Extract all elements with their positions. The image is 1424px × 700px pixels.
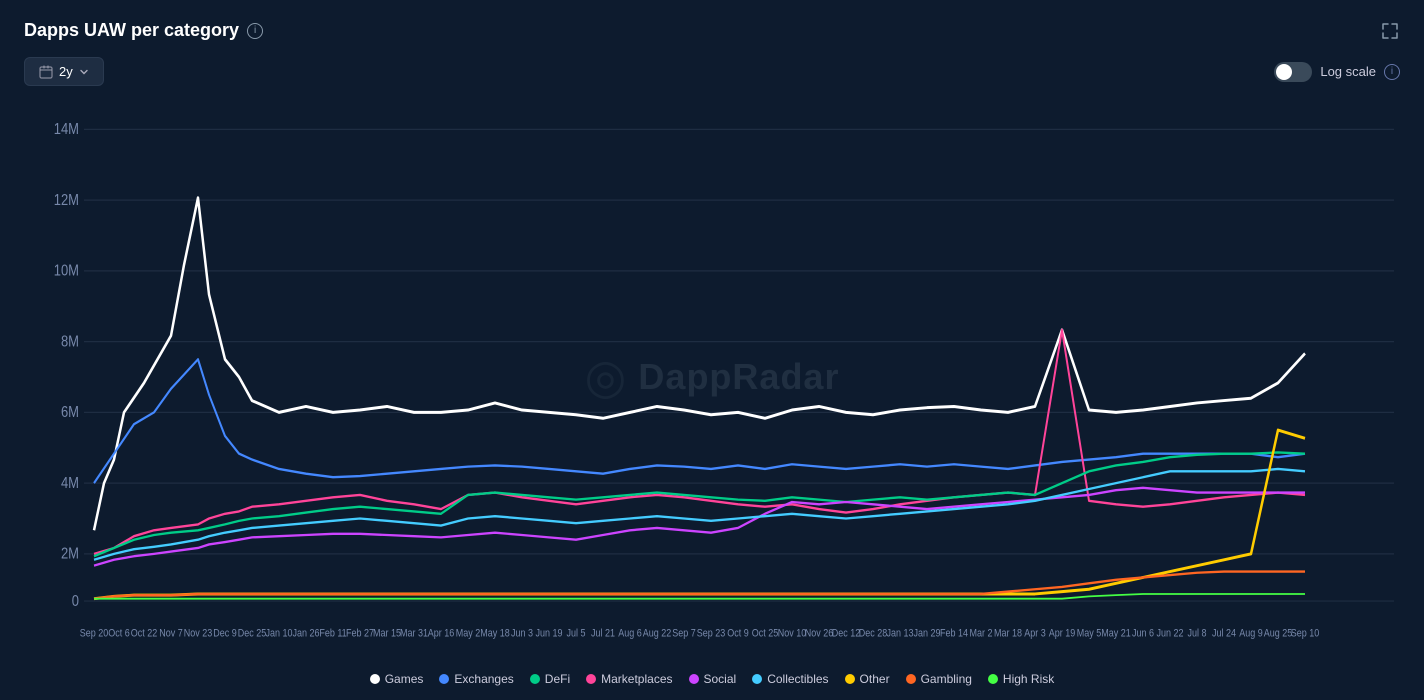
title-row: Dapps UAW per category i	[24, 20, 263, 41]
svg-text:Jul 8: Jul 8	[1188, 628, 1207, 640]
svg-text:May 5: May 5	[1077, 628, 1102, 640]
svg-text:6M: 6M	[61, 404, 79, 421]
svg-text:Mar 2: Mar 2	[970, 628, 993, 640]
svg-text:Jan 26: Jan 26	[293, 628, 320, 640]
legend-dot-games	[370, 674, 380, 684]
svg-text:Aug 25: Aug 25	[1264, 628, 1293, 640]
legend-dot-marketplaces	[586, 674, 596, 684]
svg-text:Nov 10: Nov 10	[778, 628, 807, 640]
svg-text:Jun 3: Jun 3	[511, 628, 533, 640]
svg-text:May 21: May 21	[1101, 628, 1130, 640]
svg-text:May 2: May 2	[456, 628, 480, 640]
svg-text:Sep 10: Sep 10	[1291, 628, 1320, 640]
svg-text:8M: 8M	[61, 333, 79, 350]
legend-label-marketplaces: Marketplaces	[601, 672, 672, 686]
svg-text:Sep 7: Sep 7	[672, 628, 695, 640]
svg-text:Dec 9: Dec 9	[213, 628, 236, 640]
svg-text:Dec 28: Dec 28	[859, 628, 888, 640]
svg-text:Aug 6: Aug 6	[618, 628, 642, 640]
svg-text:Jan 29: Jan 29	[914, 628, 941, 640]
svg-text:Oct 22: Oct 22	[131, 628, 157, 640]
svg-text:Mar 31: Mar 31	[400, 628, 428, 640]
legend-label-high-risk: High Risk	[1003, 672, 1054, 686]
legend-label-defi: DeFi	[545, 672, 570, 686]
svg-text:Jun 22: Jun 22	[1157, 628, 1184, 640]
svg-text:Mar 18: Mar 18	[994, 628, 1022, 640]
chart-title: Dapps UAW per category	[24, 20, 239, 41]
legend-dot-gambling	[906, 674, 916, 684]
svg-text:Apr 3: Apr 3	[1024, 628, 1046, 640]
svg-text:2M: 2M	[61, 546, 79, 563]
svg-text:Nov 7: Nov 7	[159, 628, 182, 640]
chart-svg: 14M 12M 10M 8M 6M 4M 2M 0 Sep 20 Oct 6 O…	[24, 94, 1400, 660]
chart-header: Dapps UAW per category i	[24, 20, 1400, 41]
svg-text:Dec 25: Dec 25	[238, 628, 267, 640]
legend-dot-other	[845, 674, 855, 684]
time-period-button[interactable]: 2y	[24, 57, 104, 86]
legend-item-marketplaces[interactable]: Marketplaces	[586, 672, 672, 686]
chart-area: ◎ DappRadar 14M 12M 10M 8M 6M 4M 2M 0 Se…	[24, 94, 1400, 660]
svg-text:Dec 12: Dec 12	[832, 628, 860, 640]
svg-text:Feb 14: Feb 14	[940, 628, 968, 640]
svg-text:Sep 23: Sep 23	[697, 628, 726, 640]
legend-item-games[interactable]: Games	[370, 672, 424, 686]
chart-legend: Games Exchanges DeFi Marketplaces Social…	[24, 664, 1400, 690]
legend-dot-defi	[530, 674, 540, 684]
expand-icon[interactable]	[1380, 21, 1400, 41]
legend-item-high-risk[interactable]: High Risk	[988, 672, 1054, 686]
svg-text:Feb 11: Feb 11	[319, 628, 346, 640]
dashboard-container: Dapps UAW per category i 2y Log sca	[0, 0, 1424, 700]
legend-label-gambling: Gambling	[921, 672, 972, 686]
legend-label-other: Other	[860, 672, 890, 686]
svg-text:12M: 12M	[54, 192, 79, 209]
svg-text:Apr 19: Apr 19	[1049, 628, 1075, 640]
svg-text:Oct 9: Oct 9	[727, 628, 748, 640]
legend-item-gambling[interactable]: Gambling	[906, 672, 972, 686]
toggle-thumb	[1276, 64, 1292, 80]
svg-text:Oct 25: Oct 25	[752, 628, 779, 640]
svg-text:Aug 22: Aug 22	[643, 628, 671, 640]
legend-dot-exchanges	[439, 674, 449, 684]
svg-text:Jul 21: Jul 21	[591, 628, 615, 640]
svg-text:Jan 13: Jan 13	[887, 628, 914, 640]
svg-text:0: 0	[72, 593, 79, 610]
legend-dot-collectibles	[752, 674, 762, 684]
svg-text:Jun 19: Jun 19	[536, 628, 563, 640]
legend-item-collectibles[interactable]: Collectibles	[752, 672, 828, 686]
svg-text:10M: 10M	[54, 263, 79, 280]
log-scale-label: Log scale	[1320, 64, 1376, 79]
legend-item-other[interactable]: Other	[845, 672, 890, 686]
svg-text:14M: 14M	[54, 121, 79, 138]
legend-label-exchanges: Exchanges	[454, 672, 513, 686]
legend-label-collectibles: Collectibles	[767, 672, 828, 686]
legend-item-exchanges[interactable]: Exchanges	[439, 672, 513, 686]
svg-text:Apr 16: Apr 16	[428, 628, 455, 640]
svg-text:Jan 10: Jan 10	[266, 628, 293, 640]
svg-text:Oct 6: Oct 6	[108, 628, 130, 640]
log-scale-control: Log scale i	[1274, 62, 1400, 82]
legend-label-games: Games	[385, 672, 424, 686]
svg-text:May 18: May 18	[480, 628, 510, 640]
log-scale-info-icon[interactable]: i	[1384, 64, 1400, 80]
svg-text:Aug 9: Aug 9	[1239, 628, 1262, 640]
svg-text:Sep 20: Sep 20	[80, 628, 109, 640]
svg-text:Jun 6: Jun 6	[1132, 628, 1154, 640]
legend-dot-high-risk	[988, 674, 998, 684]
svg-text:Jul 5: Jul 5	[567, 628, 586, 640]
log-scale-toggle[interactable]	[1274, 62, 1312, 82]
svg-text:Jul 24: Jul 24	[1212, 628, 1236, 640]
controls-row: 2y Log scale i	[24, 57, 1400, 86]
legend-dot-social	[689, 674, 699, 684]
svg-text:Feb 27: Feb 27	[346, 628, 374, 640]
legend-label-social: Social	[704, 672, 737, 686]
svg-text:Nov 23: Nov 23	[184, 628, 213, 640]
legend-item-defi[interactable]: DeFi	[530, 672, 570, 686]
svg-text:Nov 26: Nov 26	[805, 628, 834, 640]
svg-text:Mar 15: Mar 15	[373, 628, 401, 640]
time-period-label: 2y	[59, 64, 73, 79]
legend-item-social[interactable]: Social	[689, 672, 737, 686]
svg-text:4M: 4M	[61, 475, 79, 492]
info-icon[interactable]: i	[247, 23, 263, 39]
